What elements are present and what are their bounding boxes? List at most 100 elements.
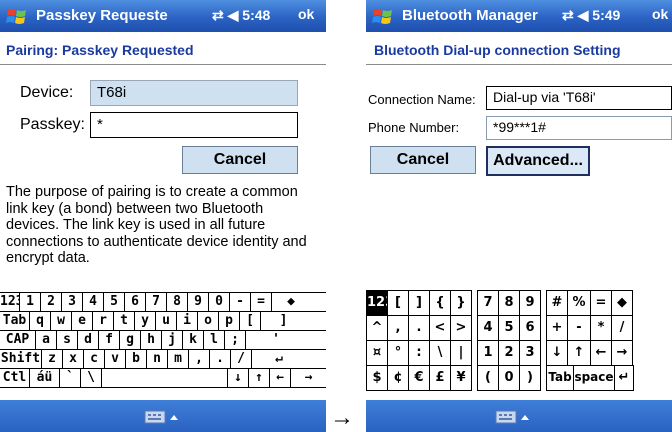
key[interactable]: n: [147, 350, 168, 368]
key[interactable]: *: [590, 315, 612, 341]
arrow-up-key[interactable]: ↑: [249, 369, 270, 387]
key[interactable]: \: [429, 340, 451, 366]
phone-number-input[interactable]: *99***1#: [486, 116, 672, 140]
key[interactable]: c: [84, 350, 105, 368]
key[interactable]: -: [567, 315, 591, 341]
key[interactable]: -: [230, 293, 251, 311]
ok-button[interactable]: ok: [652, 6, 668, 22]
key[interactable]: j: [162, 331, 183, 349]
key[interactable]: d: [78, 331, 99, 349]
key[interactable]: 5: [104, 293, 125, 311]
key[interactable]: ,: [387, 315, 409, 341]
key[interactable]: ]: [408, 290, 430, 316]
tab-key[interactable]: Tab: [0, 312, 30, 330]
key[interactable]: =: [251, 293, 272, 311]
key[interactable]: =: [590, 290, 612, 316]
key[interactable]: e: [72, 312, 93, 330]
key[interactable]: t: [114, 312, 135, 330]
key[interactable]: w: [51, 312, 72, 330]
key[interactable]: \: [81, 369, 102, 387]
key[interactable]: {: [429, 290, 451, 316]
key[interactable]: €: [408, 365, 430, 391]
passkey-input[interactable]: *: [90, 112, 298, 138]
advanced-button[interactable]: Advanced...: [486, 146, 590, 176]
windows-start-icon[interactable]: [372, 6, 394, 26]
key[interactable]: 4: [83, 293, 104, 311]
key[interactable]: ¥: [450, 365, 472, 391]
backspace-key[interactable]: ◆: [611, 290, 633, 316]
key[interactable]: 7: [477, 290, 499, 316]
key[interactable]: 3: [62, 293, 83, 311]
key[interactable]: ,: [189, 350, 210, 368]
backspace-key[interactable]: ◆: [272, 293, 310, 311]
key[interactable]: m: [168, 350, 189, 368]
key[interactable]: ^: [366, 315, 388, 341]
key[interactable]: $: [366, 365, 388, 391]
key[interactable]: `: [60, 369, 81, 387]
key[interactable]: l: [204, 331, 225, 349]
key[interactable]: 123: [0, 293, 20, 311]
key[interactable]: r: [93, 312, 114, 330]
windows-start-icon[interactable]: [6, 6, 28, 26]
key[interactable]: x: [63, 350, 84, 368]
key[interactable]: |: [450, 340, 472, 366]
arrow-up-key[interactable]: ↑: [567, 340, 591, 366]
ok-button[interactable]: ok: [298, 6, 314, 22]
key[interactable]: +: [546, 315, 568, 341]
key[interactable]: o: [198, 312, 219, 330]
key[interactable]: p: [219, 312, 240, 330]
key[interactable]: ]: [261, 312, 306, 330]
key[interactable]: f: [99, 331, 120, 349]
key[interactable]: 7: [146, 293, 167, 311]
arrow-down-key[interactable]: ↓: [228, 369, 249, 387]
key[interactable]: 1: [477, 340, 499, 366]
key[interactable]: b: [126, 350, 147, 368]
key[interactable]: s: [57, 331, 78, 349]
key[interactable]: k: [183, 331, 204, 349]
key[interactable]: a: [36, 331, 57, 349]
key[interactable]: 2: [498, 340, 520, 366]
key[interactable]: i: [177, 312, 198, 330]
space-key[interactable]: [102, 369, 228, 387]
status-icons[interactable]: ⇄ ◀ 5:48: [212, 7, 270, 24]
key[interactable]: u: [156, 312, 177, 330]
ctrl-key[interactable]: Ctl: [0, 369, 30, 387]
key[interactable]: .: [210, 350, 231, 368]
key[interactable]: h: [141, 331, 162, 349]
key[interactable]: 5: [498, 315, 520, 341]
caps-key[interactable]: CAP: [0, 331, 36, 349]
space-key[interactable]: space: [573, 365, 615, 391]
cancel-button[interactable]: Cancel: [370, 146, 476, 174]
key[interactable]: 3: [519, 340, 541, 366]
key[interactable]: <: [429, 315, 451, 341]
arrow-right-key[interactable]: →: [291, 369, 326, 387]
key[interactable]: [: [387, 290, 409, 316]
key[interactable]: /: [231, 350, 252, 368]
key[interactable]: q: [30, 312, 51, 330]
key[interactable]: 9: [188, 293, 209, 311]
status-icons[interactable]: ⇄ ◀ 5:49: [562, 7, 620, 24]
key[interactable]: .: [408, 315, 430, 341]
key[interactable]: °: [387, 340, 409, 366]
keyboard-sip-icon[interactable]: [143, 408, 183, 426]
key[interactable]: 6: [125, 293, 146, 311]
arrow-left-key[interactable]: ←: [590, 340, 612, 366]
key[interactable]: ;: [225, 331, 246, 349]
key[interactable]: >: [450, 315, 472, 341]
key[interactable]: z: [42, 350, 63, 368]
key[interactable]: y: [135, 312, 156, 330]
enter-key[interactable]: ↵: [614, 365, 634, 391]
key[interactable]: %: [567, 290, 591, 316]
arrow-down-key[interactable]: ↓: [546, 340, 568, 366]
key[interactable]: v: [105, 350, 126, 368]
connection-name-input[interactable]: Dial-up via 'T68i': [486, 86, 672, 110]
key[interactable]: [: [240, 312, 261, 330]
key[interactable]: ¢: [387, 365, 409, 391]
key[interactable]: 0: [209, 293, 230, 311]
arrow-left-key[interactable]: ←: [270, 369, 291, 387]
key[interactable]: 9: [519, 290, 541, 316]
key[interactable]: 2: [41, 293, 62, 311]
key[interactable]: (: [477, 365, 499, 391]
key[interactable]: 8: [167, 293, 188, 311]
key[interactable]: 1: [20, 293, 41, 311]
